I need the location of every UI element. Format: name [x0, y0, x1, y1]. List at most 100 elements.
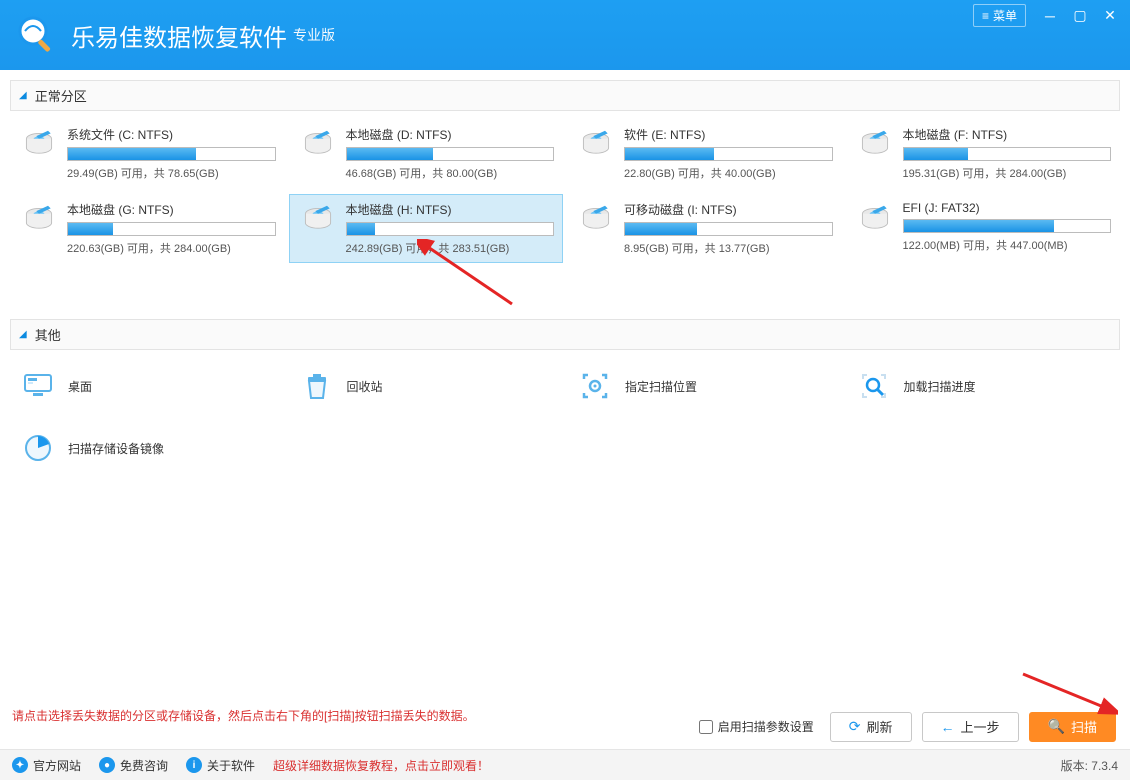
partition-name: 可移动磁盘 (I: NTFS)	[624, 201, 833, 218]
menu-button[interactable]: ≡ 菜单	[973, 4, 1026, 27]
enable-params-checkbox[interactable]: 启用扫描参数设置	[699, 718, 814, 735]
partition-stats: 122.00(MB) 可用，共 447.00(MB)	[903, 237, 1112, 253]
collapse-icon: ◢	[19, 329, 27, 340]
partition-card-3[interactable]: 本地磁盘 (F: NTFS) 195.31(GB) 可用，共 284.00(GB)	[846, 119, 1121, 188]
disk-icon	[19, 201, 59, 241]
app-subtitle: 专业版	[293, 25, 335, 45]
app-logo-icon	[15, 13, 59, 57]
partition-card-5[interactable]: 本地磁盘 (H: NTFS) 242.89(GB) 可用，共 283.51(GB)	[289, 194, 564, 263]
window-controls: ≡ 菜单 ─ ▢ ✕	[973, 4, 1124, 27]
menu-icon: ≡	[982, 9, 989, 23]
partition-stats: 29.49(GB) 可用，共 78.65(GB)	[67, 165, 276, 181]
partition-name: 系统文件 (C: NTFS)	[67, 126, 276, 143]
scan-label: 扫描	[1071, 717, 1097, 736]
about-label: 关于软件	[207, 757, 255, 774]
other-label: 加载扫描进度	[904, 378, 976, 395]
partitions-title: 正常分区	[35, 86, 87, 105]
others-title: 其他	[35, 325, 61, 344]
partition-body: 可移动磁盘 (I: NTFS)8.95(GB) 可用，共 13.77(GB)	[624, 201, 833, 256]
other-item-search-zoom[interactable]: 加载扫描进度	[846, 358, 1121, 414]
arrow-left-icon: ←	[941, 719, 955, 735]
partition-card-4[interactable]: 本地磁盘 (G: NTFS) 220.63(GB) 可用，共 284.00(GB)	[10, 194, 285, 263]
usage-bar	[67, 147, 276, 161]
close-button[interactable]: ✕	[1096, 6, 1124, 26]
disk-icon	[19, 126, 59, 166]
section-header-others[interactable]: ◢ 其他	[10, 319, 1120, 350]
main-content: ◢ 正常分区 系统文件 (C: NTFS) 29.49(GB) 可用，共 78.6…	[0, 70, 1130, 690]
other-item-pie[interactable]: 扫描存储设备镜像	[10, 420, 285, 476]
about-link[interactable]: i 关于软件	[186, 757, 255, 774]
app-title: 乐易佳数据恢复软件	[71, 18, 287, 53]
statusbar: ✦官方网站 ● 免费咨询 i 关于软件 超级详细数据恢复教程，点击立即观看！ 版本:…	[0, 750, 1130, 780]
usage-bar	[624, 222, 833, 236]
partition-card-0[interactable]: 系统文件 (C: NTFS) 29.49(GB) 可用，共 78.65(GB)	[10, 119, 285, 188]
others-grid: 桌面 回收站 指定扫描位置 加载扫描进度扫描存储设备镜像	[10, 350, 1120, 484]
menu-label: 菜单	[993, 7, 1017, 24]
partition-body: 本地磁盘 (F: NTFS) 195.31(GB) 可用，共 284.00(GB)	[903, 126, 1112, 181]
refresh-button[interactable]: ⟳ 刷新	[830, 712, 912, 742]
partitions-grid: 系统文件 (C: NTFS) 29.49(GB) 可用，共 78.65(GB) 本地…	[10, 111, 1120, 269]
chat-icon: ●	[99, 757, 115, 773]
partition-body: 本地磁盘 (H: NTFS) 242.89(GB) 可用，共 283.51(GB)	[346, 201, 555, 256]
other-item-recycle[interactable]: 回收站	[289, 358, 564, 414]
disk-icon	[855, 201, 895, 241]
partition-stats: 46.68(GB) 可用，共 80.00(GB)	[346, 165, 555, 181]
consult-label: 免费咨询	[120, 757, 168, 774]
partition-name: 本地磁盘 (F: NTFS)	[903, 126, 1112, 143]
refresh-label: 刷新	[867, 717, 893, 736]
section-header-partitions[interactable]: ◢ 正常分区	[10, 80, 1120, 111]
partition-name: 本地磁盘 (G: NTFS)	[67, 201, 276, 218]
partition-body: 系统文件 (C: NTFS) 29.49(GB) 可用，共 78.65(GB)	[67, 126, 276, 181]
other-item-desktop[interactable]: 桌面	[10, 358, 285, 414]
minimize-button[interactable]: ─	[1036, 6, 1064, 26]
info-icon: i	[186, 757, 202, 773]
recycle-icon	[297, 366, 337, 406]
other-item-target[interactable]: 指定扫描位置	[567, 358, 842, 414]
partition-card-6[interactable]: 可移动磁盘 (I: NTFS)8.95(GB) 可用，共 13.77(GB)	[567, 194, 842, 263]
partition-body: EFI (J: FAT32)122.00(MB) 可用，共 447.00(MB)	[903, 201, 1112, 253]
enable-params-label: 启用扫描参数设置	[718, 718, 814, 735]
enable-params-input[interactable]	[699, 720, 713, 734]
other-label: 回收站	[347, 378, 383, 395]
other-label: 扫描存储设备镜像	[68, 440, 164, 457]
usage-bar	[346, 222, 555, 236]
usage-bar	[624, 147, 833, 161]
other-label: 指定扫描位置	[625, 378, 697, 395]
bottom-bar: 启用扫描参数设置 ⟳ 刷新 ← 上一步 🔍 扫描	[0, 704, 1130, 750]
tutorial-link[interactable]: 超级详细数据恢复教程，点击立即观看！	[273, 757, 489, 774]
prev-label: 上一步	[961, 717, 1000, 736]
target-icon	[575, 366, 615, 406]
usage-bar	[903, 219, 1112, 233]
disk-icon	[576, 126, 616, 166]
partition-card-1[interactable]: 本地磁盘 (D: NTFS) 46.68(GB) 可用，共 80.00(GB)	[289, 119, 564, 188]
disk-icon	[298, 126, 338, 166]
partition-body: 软件 (E: NTFS)22.80(GB) 可用，共 40.00(GB)	[624, 126, 833, 181]
usage-bar	[67, 222, 276, 236]
prev-button[interactable]: ← 上一步	[922, 712, 1019, 742]
partition-body: 本地磁盘 (G: NTFS) 220.63(GB) 可用，共 284.00(GB)	[67, 201, 276, 256]
scan-button[interactable]: 🔍 扫描	[1029, 712, 1116, 742]
partition-card-2[interactable]: 软件 (E: NTFS)22.80(GB) 可用，共 40.00(GB)	[567, 119, 842, 188]
disk-icon	[576, 201, 616, 241]
partition-stats: 242.89(GB) 可用，共 283.51(GB)	[346, 240, 555, 256]
partition-name: 本地磁盘 (D: NTFS)	[346, 126, 555, 143]
search-zoom-icon	[854, 366, 894, 406]
partition-stats: 195.31(GB) 可用，共 284.00(GB)	[903, 165, 1112, 181]
collapse-icon: ◢	[19, 90, 27, 101]
refresh-icon: ⟳	[849, 718, 861, 735]
other-label: 桌面	[68, 378, 92, 395]
usage-bar	[346, 147, 555, 161]
partition-name: 本地磁盘 (H: NTFS)	[346, 201, 555, 218]
partition-card-7[interactable]: EFI (J: FAT32)122.00(MB) 可用，共 447.00(MB)	[846, 194, 1121, 263]
official-site-link[interactable]: ✦官方网站	[12, 757, 81, 774]
consult-link[interactable]: ● 免费咨询	[99, 757, 168, 774]
search-icon: 🔍	[1048, 718, 1065, 735]
maximize-button[interactable]: ▢	[1066, 6, 1094, 26]
partition-body: 本地磁盘 (D: NTFS) 46.68(GB) 可用，共 80.00(GB)	[346, 126, 555, 181]
pie-icon	[18, 428, 58, 468]
site-label: 官方网站	[33, 757, 81, 774]
version-text: 版本: 7.3.4	[1061, 757, 1118, 774]
disk-icon	[298, 201, 338, 241]
partition-stats: 220.63(GB) 可用，共 284.00(GB)	[67, 240, 276, 256]
usage-bar	[903, 147, 1112, 161]
